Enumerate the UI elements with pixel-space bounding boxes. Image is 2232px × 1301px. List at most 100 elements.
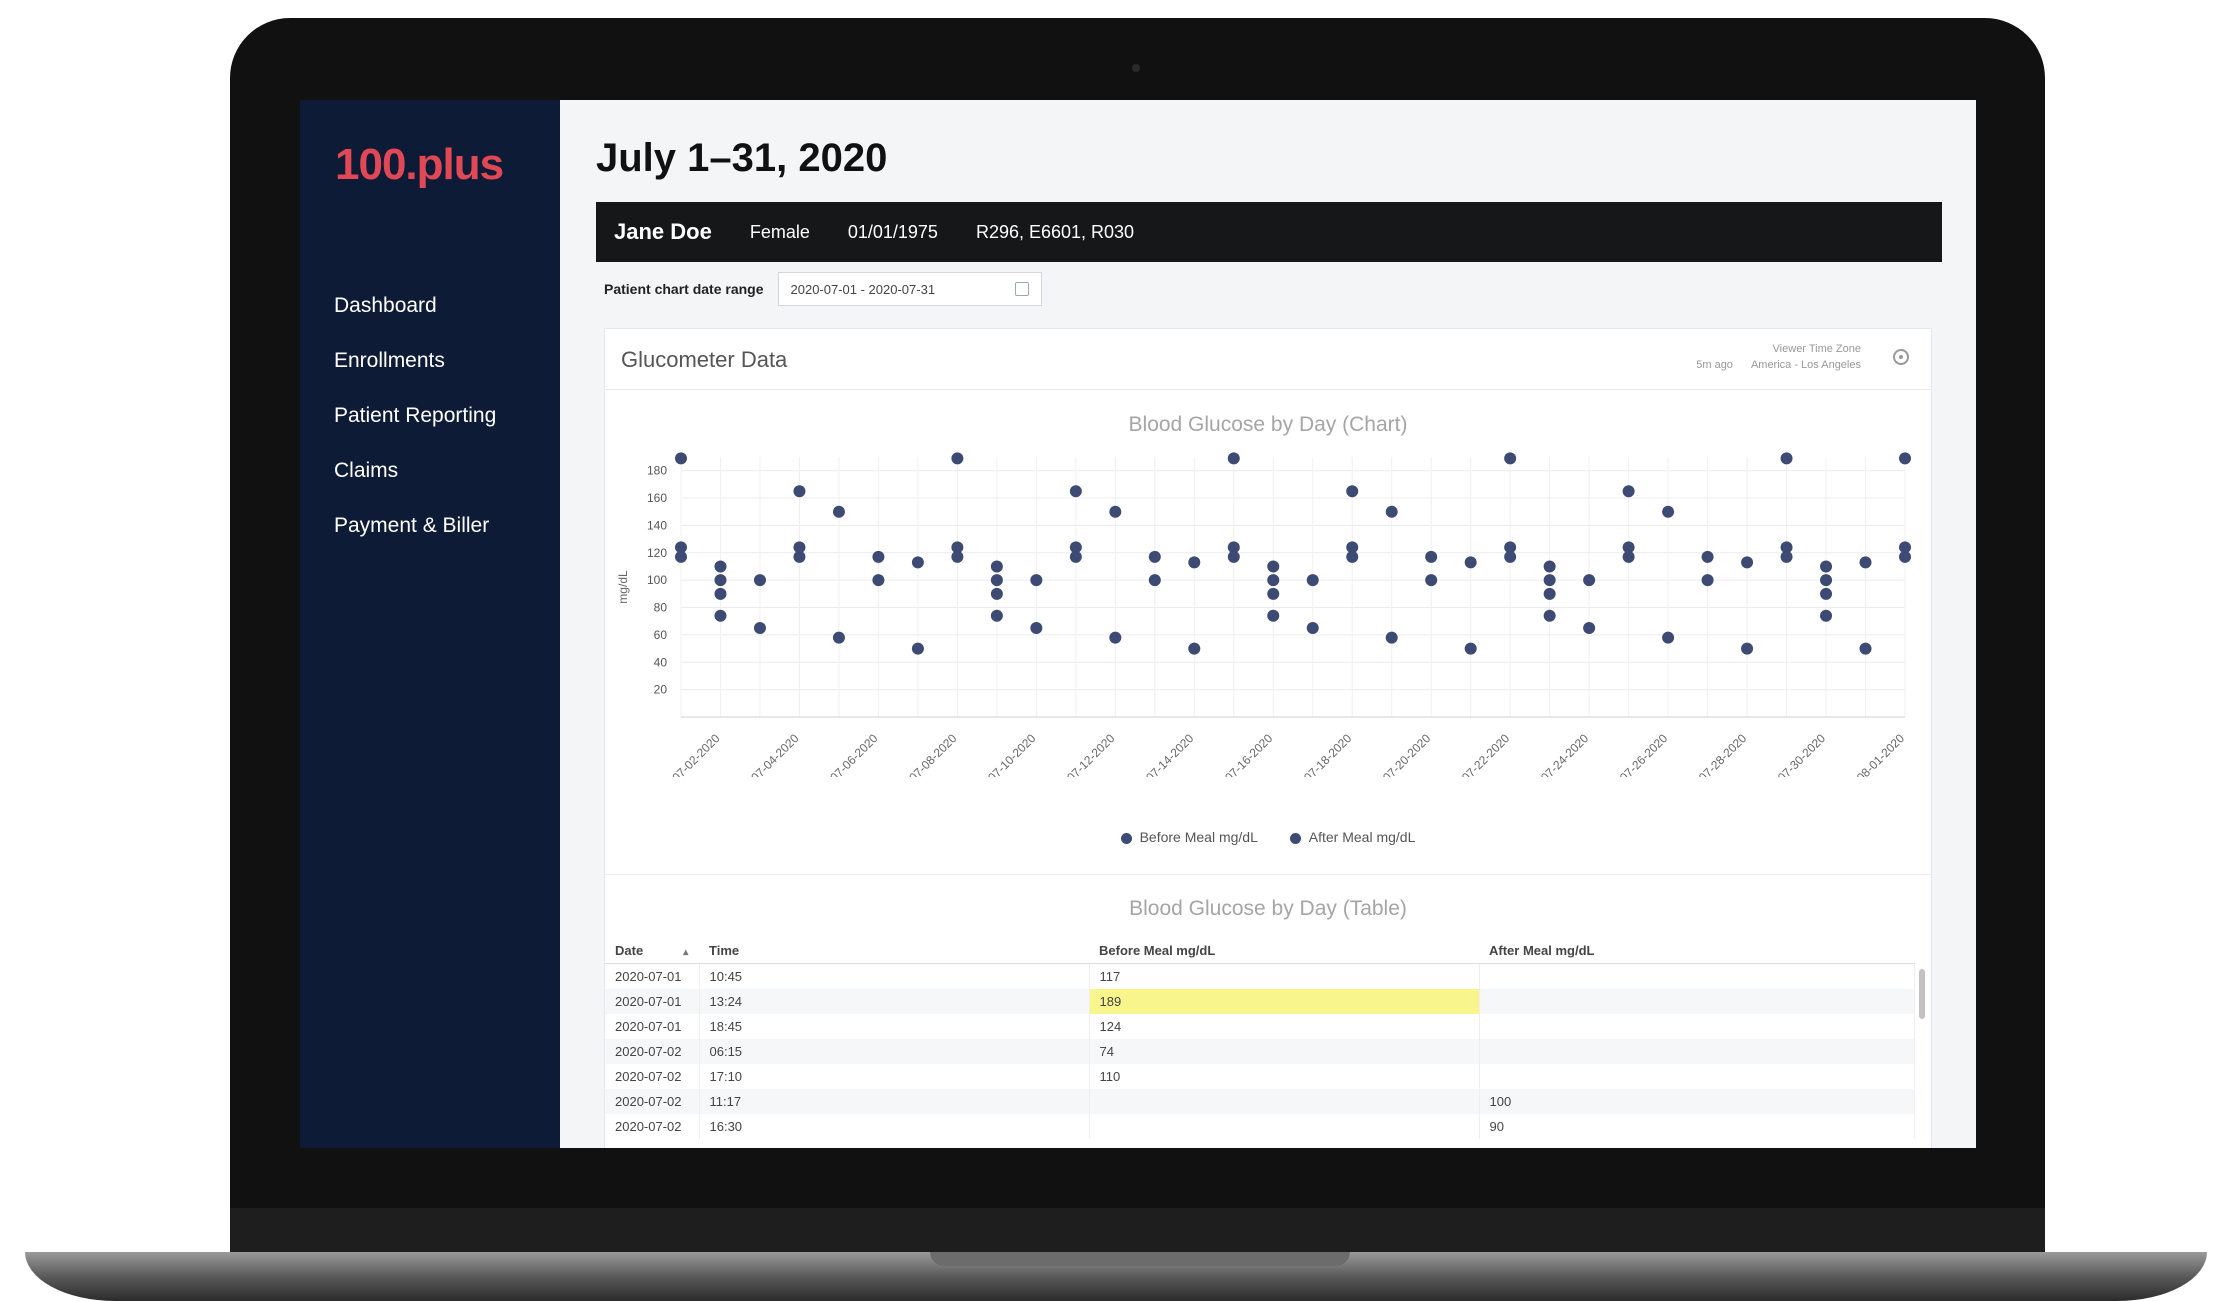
sidebar-item-payment-biller[interactable]: Payment & Biller xyxy=(334,498,496,553)
cell-time: 10:45 xyxy=(699,963,1090,989)
cell-after-meal xyxy=(1479,1014,1915,1039)
x-tick-label: 07-28-2020 xyxy=(1696,731,1750,777)
table-row[interactable]: 2020-07-02 11:17 100 xyxy=(605,1089,1915,1114)
y-tick-label: 100 xyxy=(647,573,667,587)
cell-date: 2020-07-02 xyxy=(605,1114,700,1139)
after-meal-point xyxy=(793,485,806,498)
cell-before-meal: 74 xyxy=(1089,1039,1480,1064)
table-row[interactable]: 2020-07-02 06:15 74 xyxy=(605,1039,1915,1064)
laptop-bezel xyxy=(230,1208,2045,1254)
cell-before-meal: 117 xyxy=(1089,963,1480,989)
cell-before-meal-highlight: 189 xyxy=(1089,989,1480,1014)
after-meal-point xyxy=(1306,622,1319,635)
x-tick-label: 07-10-2020 xyxy=(985,731,1039,777)
after-meal-point xyxy=(990,587,1003,600)
column-header-time[interactable]: Time xyxy=(699,937,1089,964)
after-meal-point xyxy=(1543,587,1556,600)
legend-after-meal[interactable]: After Meal mg/dL xyxy=(1289,829,1415,845)
sidebar-item-patient-reporting[interactable]: Patient Reporting xyxy=(334,388,496,443)
before-meal-point xyxy=(1899,452,1911,465)
x-tick-label: 07-02-2020 xyxy=(669,731,723,777)
after-meal-point xyxy=(1662,505,1675,518)
before-meal-point xyxy=(1464,556,1477,569)
after-meal-point xyxy=(1701,574,1714,587)
table-scrollbar[interactable] xyxy=(1919,969,1925,1019)
settings-icon[interactable] xyxy=(1893,349,1909,365)
after-meal-point xyxy=(1859,642,1872,655)
before-meal-point xyxy=(990,609,1003,622)
x-tick-label: 08-01-2020 xyxy=(1854,731,1908,777)
x-tick-label: 07-26-2020 xyxy=(1617,731,1671,777)
before-meal-point xyxy=(1701,550,1714,563)
x-tick-label: 07-04-2020 xyxy=(748,731,802,777)
before-meal-point xyxy=(1227,541,1240,554)
before-meal-point xyxy=(1267,609,1280,622)
before-meal-point xyxy=(951,541,964,554)
before-meal-point xyxy=(1859,556,1872,569)
card-title: Glucometer Data xyxy=(621,347,788,372)
sidebar-item-enrollments[interactable]: Enrollments xyxy=(334,333,496,388)
before-meal-point xyxy=(1741,556,1754,569)
after-meal-point xyxy=(1188,642,1201,655)
sidebar-nav: Dashboard Enrollments Patient Reporting … xyxy=(334,278,496,553)
patient-info-bar: Jane Doe Female 01/01/1975 R296, E6601, … xyxy=(596,202,1942,262)
cell-after-meal xyxy=(1479,1064,1915,1089)
sort-icon[interactable]: ▴ xyxy=(683,947,688,958)
before-meal-point xyxy=(872,550,885,563)
table-row[interactable]: 2020-07-02 16:30 90 xyxy=(605,1114,1915,1139)
glucose-scatter-chart: 20 40 60 80 100 120 140 160 180 07-02-2020 07-04-2… xyxy=(616,452,1911,777)
column-header-before-meal[interactable]: Before Meal mg/dL xyxy=(1089,937,1479,964)
cell-after-meal: 90 xyxy=(1479,1114,1915,1139)
table-row[interactable]: 2020-07-01 13:24 189 xyxy=(605,989,1915,1014)
column-header-date[interactable]: Date ▴ xyxy=(605,937,699,964)
after-meal-point xyxy=(1069,485,1082,498)
table-row[interactable]: 2020-07-02 17:10 110 xyxy=(605,1064,1915,1089)
table-row[interactable]: 2020-07-01 10:45 117 xyxy=(605,963,1915,989)
before-meal-point xyxy=(1148,550,1161,563)
before-meal-point xyxy=(714,609,727,622)
y-axis-label: mg/dL xyxy=(616,570,630,604)
before-meal-point xyxy=(1820,609,1833,622)
after-meal-point xyxy=(714,574,727,587)
legend-after-meal-marker xyxy=(1289,832,1301,844)
before-meal-point xyxy=(1346,541,1359,554)
laptop-notch xyxy=(930,1252,1350,1266)
column-header-after-meal[interactable]: After Meal mg/dL xyxy=(1479,937,1915,964)
timezone-value[interactable]: America - Los Angeles xyxy=(1751,359,1861,371)
calendar-icon[interactable] xyxy=(1014,282,1029,296)
table-row[interactable]: 2020-07-01 18:45 124 xyxy=(605,1014,1915,1039)
date-range-input[interactable]: 2020-07-01 - 2020-07-31 xyxy=(777,272,1042,306)
chart-title: Blood Glucose by Day (Chart) xyxy=(1128,413,1408,436)
y-tick-label: 160 xyxy=(647,491,667,505)
sidebar-item-claims[interactable]: Claims xyxy=(334,443,496,498)
x-tick-label: 07-18-2020 xyxy=(1301,731,1355,777)
before-meal-point xyxy=(1622,541,1635,554)
cell-time: 11:17 xyxy=(699,1089,1090,1114)
app-logo[interactable]: 100.plus xyxy=(335,140,504,190)
glucose-table-wrap: Date ▴ Time Before Meal mg/dL After Meal … xyxy=(605,937,1931,1139)
before-meal-point xyxy=(911,556,924,569)
after-meal-point xyxy=(1464,642,1477,655)
cell-after-meal xyxy=(1479,963,1915,989)
x-tick-label: 07-16-2020 xyxy=(1222,731,1276,777)
x-tick-label: 07-20-2020 xyxy=(1380,731,1434,777)
after-meal-point xyxy=(1385,505,1398,518)
after-meal-point xyxy=(911,642,924,655)
sidebar-item-dashboard[interactable]: Dashboard xyxy=(334,278,496,333)
cell-date: 2020-07-02 xyxy=(605,1039,700,1064)
patient-name: Jane Doe xyxy=(614,219,712,244)
legend-before-meal[interactable]: Before Meal mg/dL xyxy=(1120,829,1258,845)
date-range-label: Patient chart date range xyxy=(604,281,764,297)
y-tick-label: 180 xyxy=(647,464,667,478)
timezone-label: Viewer Time Zone xyxy=(1772,343,1861,355)
before-meal-point xyxy=(832,631,845,644)
before-meal-point xyxy=(1583,574,1596,587)
before-meal-point xyxy=(1504,541,1517,554)
cell-before-meal: 124 xyxy=(1089,1014,1480,1039)
y-tick-label: 120 xyxy=(647,546,667,560)
before-meal-point xyxy=(1069,541,1082,554)
y-tick-label: 40 xyxy=(654,655,668,669)
before-meal-point xyxy=(1385,631,1398,644)
after-meal-point xyxy=(990,574,1003,587)
x-tick-label: 07-08-2020 xyxy=(906,731,960,777)
